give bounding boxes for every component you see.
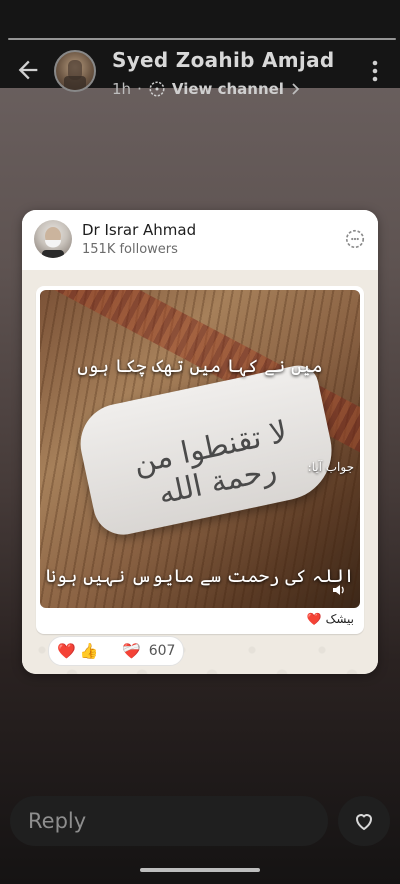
mute-button[interactable] bbox=[332, 582, 346, 596]
caption-emoji: ❤️ bbox=[306, 612, 322, 626]
reaction-mending-heart: ❤️‍🩹 bbox=[122, 642, 141, 660]
back-button[interactable] bbox=[14, 56, 42, 84]
view-channel-link[interactable]: View channel bbox=[172, 80, 284, 98]
source-name: Dr Israr Ahmad bbox=[82, 221, 197, 239]
reply-placeholder: Reply bbox=[28, 809, 87, 833]
avatar-image bbox=[64, 60, 86, 90]
source-avatar bbox=[34, 220, 72, 258]
post-image[interactable]: لا تقنطوا من رحمة الله میں نے کہا میں تھ… bbox=[40, 290, 360, 608]
react-heart-button[interactable] bbox=[338, 796, 390, 846]
speaker-icon bbox=[333, 585, 344, 595]
forwarded-post-card[interactable]: Dr Israr Ahmad 151K followers لا تقنطوا … bbox=[22, 210, 378, 674]
source-avatar-image bbox=[42, 227, 64, 258]
image-text-mid: جواب آیا: bbox=[307, 460, 354, 474]
status-meta: 1h · View channel bbox=[112, 80, 302, 98]
image-text-bottom: اللہ کی رحمت سے مایوس نہیں ہونا bbox=[45, 566, 355, 587]
source-followers: 151K followers bbox=[82, 242, 178, 257]
message-bubble[interactable]: لا تقنطوا من رحمة الله میں نے کہا میں تھ… bbox=[36, 286, 364, 634]
kebab-menu-icon bbox=[372, 60, 378, 82]
channel-icon bbox=[149, 81, 165, 97]
time-ago: 1h bbox=[112, 80, 132, 98]
post-caption: بیشک ❤️ bbox=[307, 612, 354, 626]
arrow-left-icon bbox=[18, 60, 38, 80]
post-source-header[interactable]: Dr Israr Ahmad 151K followers bbox=[22, 210, 378, 270]
reaction-heart: ❤️ bbox=[57, 642, 76, 660]
channel-name[interactable]: Syed Zoahib Amjad bbox=[112, 48, 334, 72]
status-progress-bar bbox=[8, 38, 396, 40]
channel-avatar[interactable] bbox=[54, 50, 96, 92]
caption-text: بیشک bbox=[325, 612, 354, 626]
chevron-right-icon bbox=[292, 83, 300, 95]
reaction-count: 607 bbox=[148, 643, 176, 659]
heart-outline-icon bbox=[355, 814, 373, 831]
reply-input[interactable]: Reply bbox=[10, 796, 328, 846]
reactions-pill[interactable]: ❤️ 👍 😢 ❤️‍🩹 607 bbox=[48, 636, 185, 666]
channel-forward-icon bbox=[345, 229, 365, 249]
more-options-button[interactable] bbox=[366, 58, 384, 84]
status-top-bar: Syed Zoahib Amjad 1h · View channel bbox=[0, 0, 400, 98]
channel-forward-button[interactable] bbox=[344, 228, 366, 250]
image-text-top: میں نے کہا میں تھک چکا ہوں bbox=[77, 356, 323, 377]
reaction-thumbs-up: 👍 bbox=[79, 642, 99, 660]
reaction-sad: 😢 bbox=[102, 642, 119, 660]
separator-dot: · bbox=[137, 80, 142, 98]
home-indicator[interactable] bbox=[140, 868, 260, 872]
chat-background: لا تقنطوا من رحمة الله میں نے کہا میں تھ… bbox=[22, 270, 378, 674]
